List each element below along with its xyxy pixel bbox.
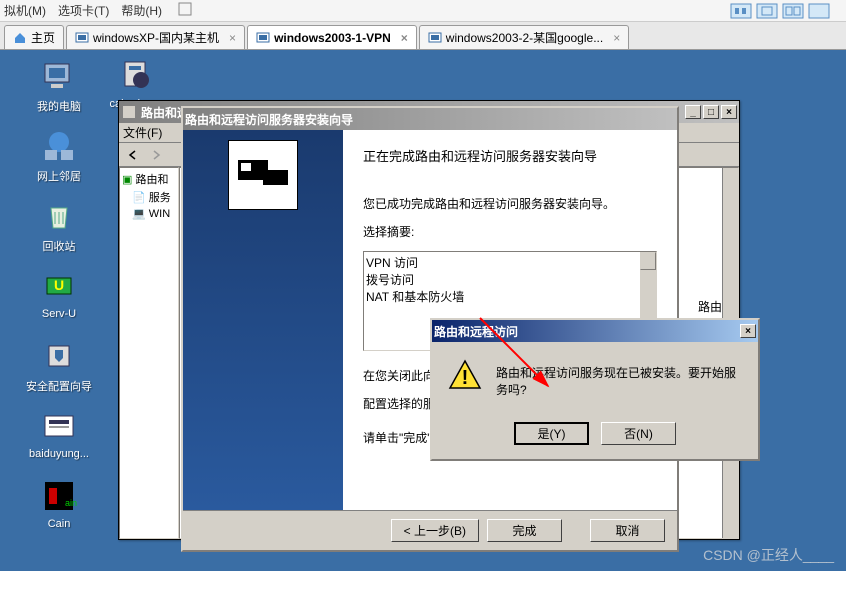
desktop-icon-cain[interactable]: ain Cain — [24, 478, 94, 530]
wizard-footer: < 上一步(B) 完成 取消 — [183, 510, 677, 550]
forward-button[interactable] — [146, 145, 166, 165]
close-button[interactable]: × — [721, 105, 737, 119]
vm-icon — [256, 31, 270, 45]
mmc-tree[interactable]: ▣ 路由和 📄 服务 💻 WIN — [119, 167, 179, 539]
close-icon[interactable]: × — [229, 31, 236, 45]
svg-text:ain: ain — [65, 498, 77, 508]
desktop-icon-baiduyun[interactable]: baiduyung... — [24, 408, 94, 460]
cain-icon: ain — [41, 478, 77, 514]
icon-label: 回收站 — [24, 238, 94, 254]
svg-text:U: U — [54, 277, 64, 293]
tab-label: 主页 — [31, 29, 55, 46]
back-button[interactable]: < 上一步(B) — [391, 519, 479, 542]
wizard-summary-label: 选择摘要: — [363, 223, 657, 241]
close-icon[interactable]: × — [401, 31, 408, 45]
desktop-icon-servu[interactable]: U Serv-U — [24, 268, 94, 320]
baiduyun-icon — [41, 408, 77, 444]
icon-label: baiduyung... — [24, 448, 94, 460]
tab-bar: 主页 windowsXP-国内某主机 × windows2003-1-VPN ×… — [0, 22, 846, 50]
vm-icon — [75, 31, 89, 45]
close-button[interactable]: × — [740, 324, 756, 338]
shield-icon — [41, 338, 77, 374]
tab-win2003-vpn[interactable]: windows2003-1-VPN × — [247, 25, 417, 49]
tab-winxp[interactable]: windowsXP-国内某主机 × — [66, 25, 245, 49]
tab-win2003-google[interactable]: windows2003-2-某国google... × — [419, 25, 629, 49]
tree-item-servers[interactable]: 📄 服务 — [122, 188, 176, 206]
maximize-button[interactable]: □ — [703, 105, 719, 119]
desktop-icon-security[interactable]: 安全配置向导 — [24, 338, 94, 394]
summary-item: NAT 和基本防火墙 — [366, 288, 654, 305]
wizard-graphic — [228, 140, 298, 210]
minimize-button[interactable]: _ — [685, 105, 701, 119]
tab-label: windowsXP-国内某主机 — [93, 29, 219, 46]
yes-button[interactable]: 是(Y) — [514, 422, 589, 445]
desktop-icon-network[interactable]: 网上邻居 — [24, 128, 94, 184]
tree-root[interactable]: ▣ 路由和 — [122, 170, 176, 188]
msgbox-titlebar[interactable]: 路由和远程访问 × — [432, 320, 758, 342]
wizard-heading: 正在完成路由和远程访问服务器安装向导 — [363, 146, 657, 165]
svg-text:!: ! — [462, 367, 469, 389]
recycle-icon — [41, 198, 77, 234]
finish-button[interactable]: 完成 — [487, 519, 562, 542]
window-title: 路由和远程访问 — [434, 323, 740, 340]
servu-icon: U — [41, 268, 77, 304]
menu-file[interactable]: 文件(F) — [123, 124, 162, 141]
watermark: CSDN @正经人____ — [703, 545, 834, 565]
window-title: 路由和远程访问服务器安装向导 — [185, 111, 675, 128]
summary-item: VPN 访问 — [366, 254, 654, 271]
toolbar-btn-2[interactable] — [756, 3, 778, 19]
cancel-button[interactable]: 取消 — [590, 519, 665, 542]
desktop-icon-recycle[interactable]: 回收站 — [24, 198, 94, 254]
icon-label: Serv-U — [24, 308, 94, 320]
dropdown-icon[interactable] — [178, 2, 192, 16]
toolbar-btn-1[interactable] — [730, 3, 752, 19]
guest-desktop[interactable]: 我的电脑 caipwb.exe 网上邻居 Ne 回收站 U Serv-U 安全配… — [0, 50, 846, 571]
wizard-sidebar — [183, 130, 343, 510]
menu-help[interactable]: 帮助(H) — [121, 2, 162, 19]
network-icon — [41, 128, 77, 164]
icon-label: 我的电脑 — [24, 98, 94, 114]
close-icon[interactable]: × — [613, 31, 620, 45]
computer-icon — [41, 58, 77, 94]
wizard-titlebar[interactable]: 路由和远程访问服务器安装向导 — [183, 108, 677, 130]
menu-tabs[interactable]: 选项卡(T) — [58, 2, 109, 19]
tab-home[interactable]: 主页 — [4, 25, 64, 49]
vm-icon — [428, 31, 442, 45]
desktop-icon-my-computer[interactable]: 我的电脑 — [24, 58, 94, 114]
icon-label: 安全配置向导 — [24, 378, 94, 394]
tab-label: windows2003-2-某国google... — [446, 29, 603, 46]
toolbar-btn-3[interactable] — [782, 3, 804, 19]
exe-icon — [119, 58, 155, 94]
icon-label: 网上邻居 — [24, 168, 94, 184]
warning-icon: ! — [448, 358, 482, 392]
toolbar-btn-4[interactable] — [808, 3, 830, 19]
tab-label: windows2003-1-VPN — [274, 31, 391, 45]
summary-item: 拨号访问 — [366, 271, 654, 288]
mmc-icon — [121, 104, 137, 120]
wizard-line1: 您已成功完成路由和远程访问服务器安装向导。 — [363, 195, 657, 213]
confirm-dialog[interactable]: 路由和远程访问 × ! 路由和远程访问服务现在已被安装。要开始服务吗? 是(Y)… — [430, 318, 760, 461]
icon-label: Cain — [24, 518, 94, 530]
menu-vm[interactable]: 拟机(M) — [4, 2, 46, 19]
host-menubar: 拟机(M) 选项卡(T) 帮助(H) — [0, 0, 846, 22]
tree-item-win[interactable]: 💻 WIN — [122, 206, 176, 221]
home-icon — [13, 31, 27, 45]
no-button[interactable]: 否(N) — [601, 422, 676, 445]
msgbox-text: 路由和远程访问服务现在已被安装。要开始服务吗? — [496, 358, 742, 398]
back-button[interactable] — [123, 145, 143, 165]
content-text-1: 路由 — [698, 298, 722, 315]
